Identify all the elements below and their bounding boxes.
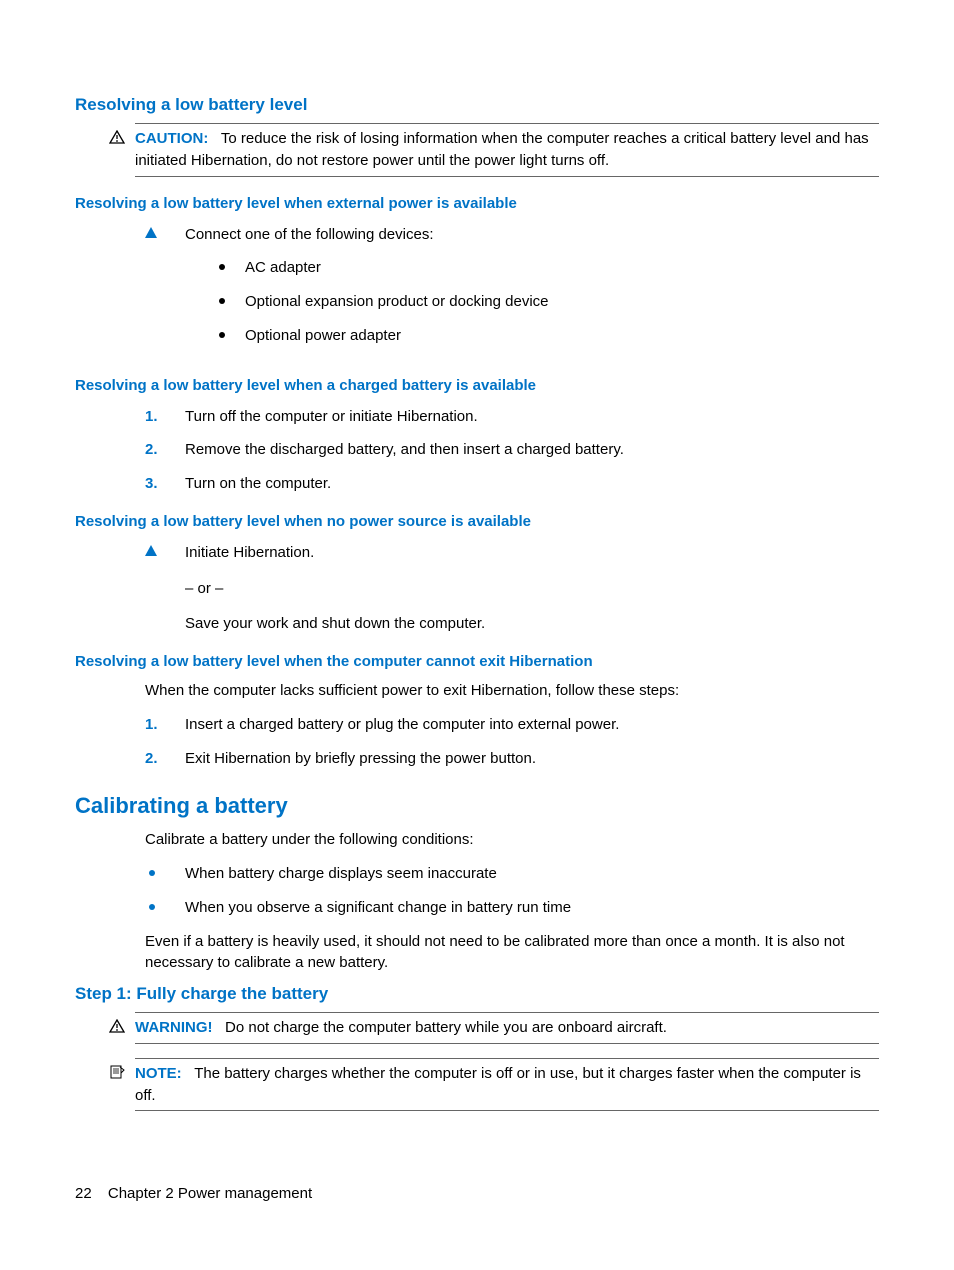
triangle-marker-icon xyxy=(145,224,185,359)
chapter-label: Chapter 2 Power management xyxy=(108,1185,312,1202)
heading-calibrating-battery: Calibrating a battery xyxy=(75,793,879,819)
caution-label: CAUTION: xyxy=(135,130,208,147)
body-text: Even if a battery is heavily used, it sh… xyxy=(145,931,879,975)
list-item-text: Save your work and shut down the compute… xyxy=(185,613,879,635)
list-item: 3.Turn on the computer. xyxy=(145,473,879,495)
list-item: When battery charge displays seem inaccu… xyxy=(145,863,879,885)
warning-icon xyxy=(109,1018,125,1032)
list-item-text: Remove the discharged battery, and then … xyxy=(185,439,879,461)
bullet-icon xyxy=(215,291,245,313)
bullet-icon xyxy=(145,863,185,885)
body-text: Calibrate a battery under the following … xyxy=(145,829,879,851)
step-number: 1. xyxy=(145,714,185,736)
subheading-no-power-source: Resolving a low battery level when no po… xyxy=(75,513,879,530)
or-text: – or – xyxy=(185,578,879,600)
triangle-marker-icon xyxy=(145,542,185,635)
note-callout: NOTE: The battery charges whether the co… xyxy=(135,1058,879,1112)
list-item: AC adapter xyxy=(215,257,879,279)
step-number: 1. xyxy=(145,406,185,428)
bullet-icon xyxy=(215,257,245,279)
list-item: 2.Exit Hibernation by briefly pressing t… xyxy=(145,748,879,770)
list-item-text: Initiate Hibernation. xyxy=(185,542,879,564)
step-number: 2. xyxy=(145,748,185,770)
list-item-text: Connect one of the following devices: xyxy=(185,224,879,246)
warning-label: WARNING! xyxy=(135,1019,213,1036)
list-item: Optional expansion product or docking de… xyxy=(215,291,879,313)
list-item-text: Turn on the computer. xyxy=(185,473,879,495)
step-number: 3. xyxy=(145,473,185,495)
caution-icon xyxy=(109,129,125,143)
list-item: 1.Turn off the computer or initiate Hibe… xyxy=(145,406,879,428)
caution-text: To reduce the risk of losing information… xyxy=(135,130,869,169)
list-item: Optional power adapter xyxy=(215,325,879,347)
list-item-text: When you observe a significant change in… xyxy=(185,897,879,919)
subheading-cannot-exit-hibernation: Resolving a low battery level when the c… xyxy=(75,653,879,670)
caution-callout: CAUTION: To reduce the risk of losing in… xyxy=(135,123,879,177)
note-icon xyxy=(109,1064,125,1078)
heading-resolving-low-battery: Resolving a low battery level xyxy=(75,95,879,115)
list-item-text: Optional expansion product or docking de… xyxy=(245,291,879,313)
bullet-icon xyxy=(215,325,245,347)
list-item: Connect one of the following devices: AC… xyxy=(145,224,879,359)
list-item: When you observe a significant change in… xyxy=(145,897,879,919)
bullet-icon xyxy=(145,897,185,919)
list-item-text: AC adapter xyxy=(245,257,879,279)
heading-step1-fully-charge: Step 1: Fully charge the battery xyxy=(75,984,879,1004)
warning-callout: WARNING! Do not charge the computer batt… xyxy=(135,1012,879,1044)
note-text: The battery charges whether the computer… xyxy=(135,1065,861,1104)
list-item: Initiate Hibernation. – or – Save your w… xyxy=(145,542,879,635)
page-number: 22 xyxy=(75,1185,92,1202)
step-number: 2. xyxy=(145,439,185,461)
warning-text: Do not charge the computer battery while… xyxy=(225,1019,667,1036)
list-item-text: Insert a charged battery or plug the com… xyxy=(185,714,879,736)
list-item-text: When battery charge displays seem inaccu… xyxy=(185,863,879,885)
body-text: When the computer lacks sufficient power… xyxy=(145,680,879,702)
subheading-charged-battery: Resolving a low battery level when a cha… xyxy=(75,377,879,394)
note-label: NOTE: xyxy=(135,1065,182,1082)
list-item-text: Exit Hibernation by briefly pressing the… xyxy=(185,748,879,770)
list-item-text: Turn off the computer or initiate Hibern… xyxy=(185,406,879,428)
subheading-external-power: Resolving a low battery level when exter… xyxy=(75,195,879,212)
list-item: 2.Remove the discharged battery, and the… xyxy=(145,439,879,461)
page-footer: 22 Chapter 2 Power management xyxy=(75,1185,312,1202)
list-item-text: Optional power adapter xyxy=(245,325,879,347)
list-item: 1.Insert a charged battery or plug the c… xyxy=(145,714,879,736)
